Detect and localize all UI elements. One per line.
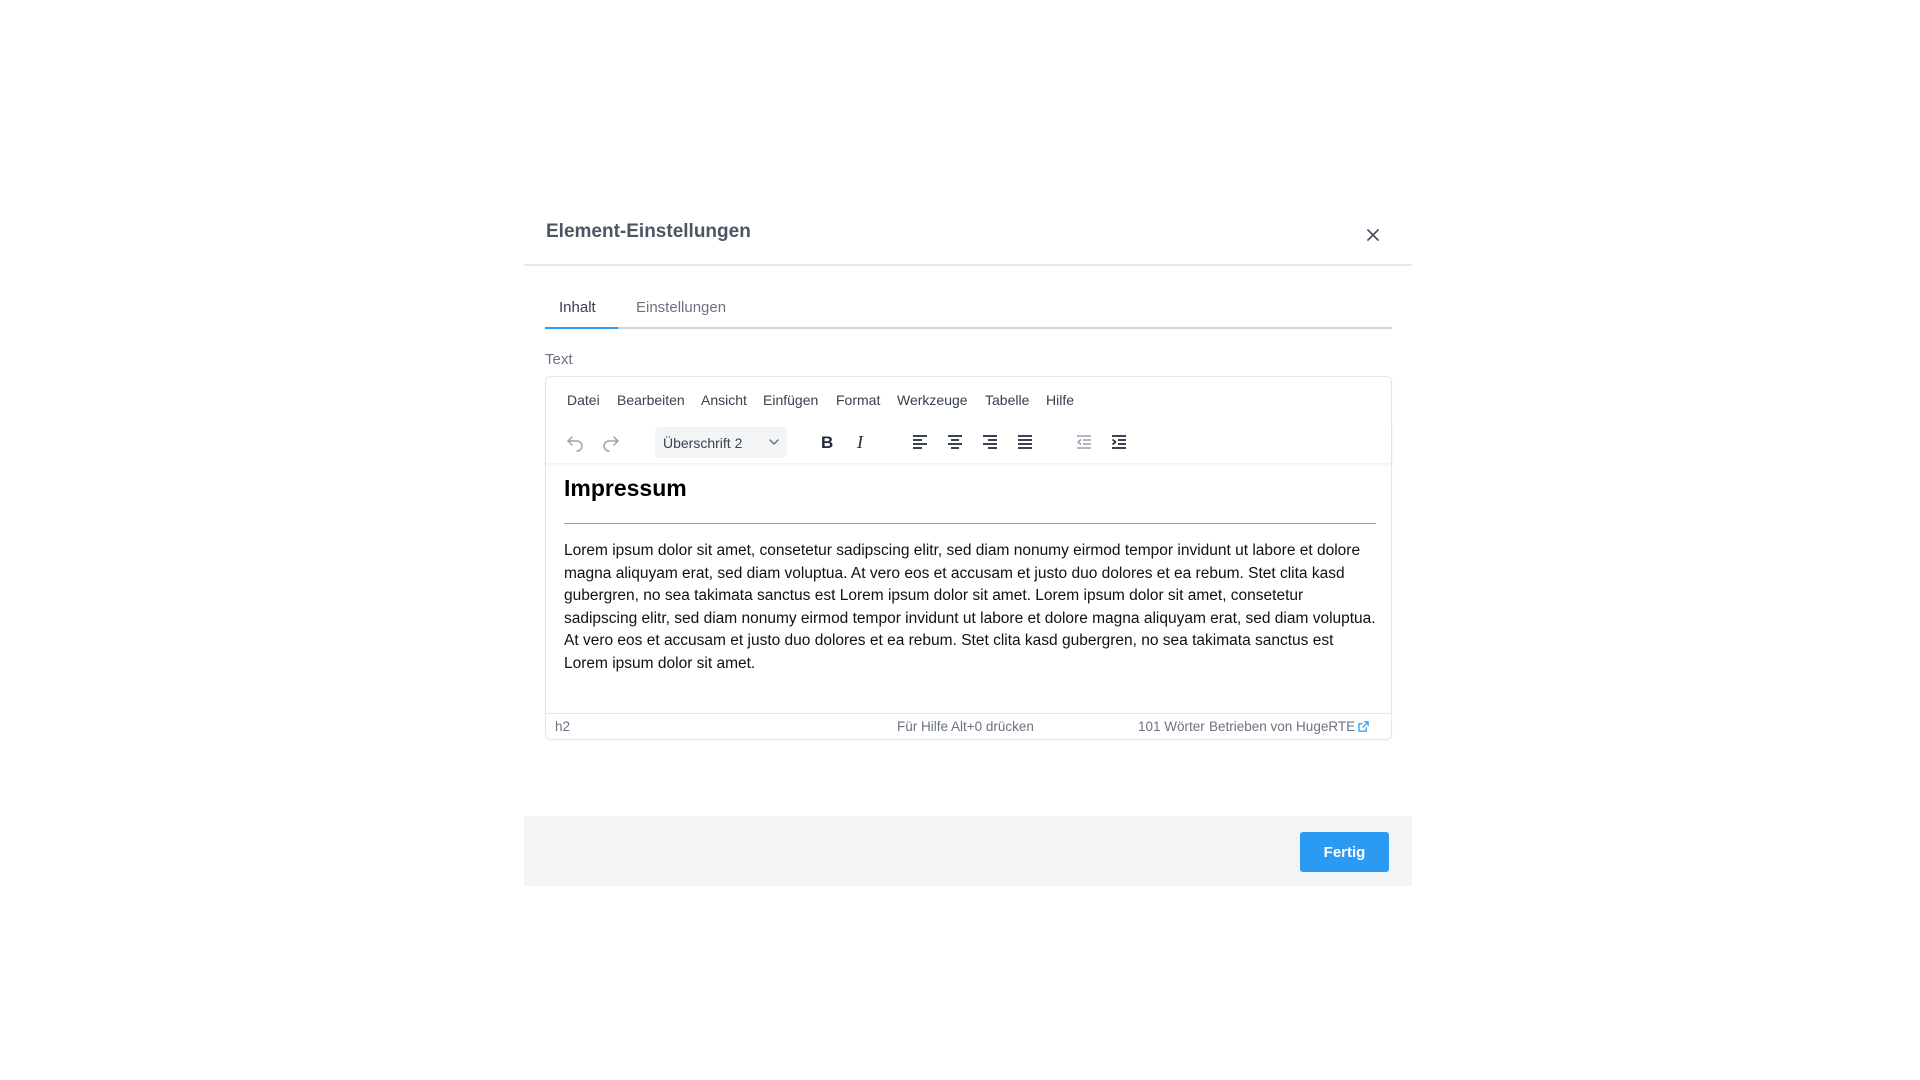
menu-tabelle[interactable]: Tabelle [985,392,1029,408]
close-icon [1367,229,1379,241]
modal-title: Element-Einstellungen [546,221,751,242]
bold-button[interactable]: B [811,427,841,457]
element-settings-modal: Element-Einstellungen Inhalt Einstellung… [524,204,1412,886]
align-right-icon [983,435,997,449]
external-link-icon [1358,721,1369,732]
redo-button[interactable] [596,427,626,457]
align-left-button[interactable] [905,427,935,457]
editor-menubar: Datei Bearbeiten Ansicht Einfügen Format… [546,377,1391,421]
block-format-value: Überschrift 2 [663,434,743,451]
outdent-button[interactable] [1069,427,1099,457]
align-right-button[interactable] [975,427,1005,457]
menu-einfuegen[interactable]: Einfügen [763,392,818,408]
outdent-icon [1077,435,1091,449]
word-count[interactable]: 101 Wörter [1138,719,1205,734]
menu-format[interactable]: Format [836,392,880,408]
text-field-label: Text [545,351,573,368]
svg-text:B: B [821,433,833,452]
editor-toolbar: Überschrift 2 B I [546,421,1391,463]
modal-footer: Fertig [524,816,1412,886]
branding-label: Betrieben von HugeRTE [1209,719,1356,734]
active-tab-indicator [545,327,618,329]
align-justify-button[interactable] [1010,427,1040,457]
help-hint: Für Hilfe Alt+0 drücken [897,719,1034,734]
align-center-button[interactable] [940,427,970,457]
editor-content[interactable]: Impressum Lorem ipsum dolor sit amet, co… [564,473,1376,676]
undo-button[interactable] [560,427,590,457]
align-left-icon [913,435,927,449]
content-paragraph[interactable]: Lorem ipsum dolor sit amet, consetetur s… [564,540,1376,676]
menu-ansicht[interactable]: Ansicht [701,392,747,408]
content-heading[interactable]: Impressum [564,473,1376,524]
tab-bar: Inhalt Einstellungen [545,284,1392,329]
redo-icon [603,436,619,452]
editor-statusbar: h2 Für Hilfe Alt+0 drücken 101 Wörter Be… [546,713,1391,739]
tab-einstellungen[interactable]: Einstellungen [636,299,726,316]
tab-inhalt[interactable]: Inhalt [559,299,596,316]
indent-icon [1111,435,1126,449]
svg-text:I: I [856,432,864,452]
modal-header: Element-Einstellungen [524,204,1412,266]
close-button[interactable] [1362,224,1384,246]
undo-icon [567,436,583,452]
indent-button[interactable] [1104,427,1134,457]
menu-datei[interactable]: Datei [567,392,600,408]
block-format-select[interactable]: Überschrift 2 [655,427,787,458]
italic-icon: I [856,432,864,452]
element-path[interactable]: h2 [555,719,570,734]
bold-icon: B [821,433,833,452]
align-center-icon [948,435,962,449]
menu-bearbeiten[interactable]: Bearbeiten [617,392,685,408]
rich-text-editor: Datei Bearbeiten Ansicht Einfügen Format… [545,376,1392,740]
menu-werkzeuge[interactable]: Werkzeuge [897,392,968,408]
align-justify-icon [1018,435,1032,449]
done-button[interactable]: Fertig [1300,832,1389,872]
chevron-down-icon [769,439,779,445]
branding-link[interactable]: Betrieben von HugeRTE [1209,719,1369,734]
italic-button[interactable]: I [846,427,876,457]
menu-hilfe[interactable]: Hilfe [1046,392,1074,408]
